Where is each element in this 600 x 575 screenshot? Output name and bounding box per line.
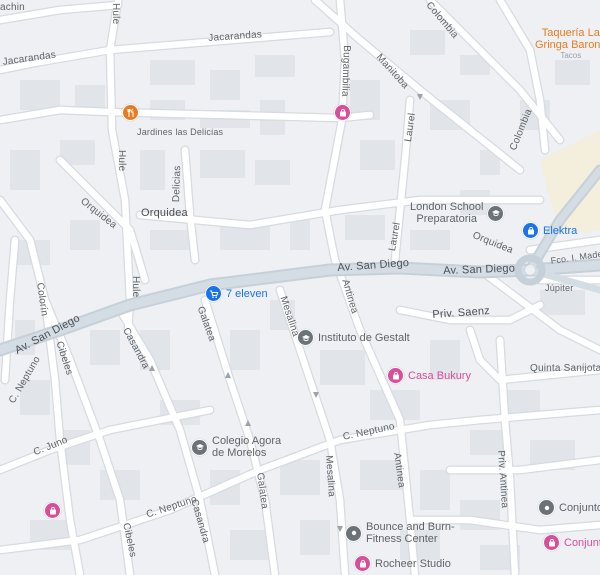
- poi-7-eleven[interactable]: 7 eleven: [205, 285, 268, 302]
- poi-conjunto-1[interactable]: Conjunto: [538, 499, 600, 516]
- street-label-achin: achin: [0, 2, 25, 13]
- poi-casa-bukury-label: Casa Bukury: [408, 369, 471, 382]
- street-label-orquidea-main: Orquidea: [141, 207, 188, 219]
- poi-colegio-agora[interactable]: Colegio Agora de Morelos: [191, 435, 281, 459]
- poi-elektra[interactable]: Elektra: [522, 222, 577, 239]
- poi-taqueria[interactable]: Taquería La Gringa Barona Tacos: [531, 27, 600, 61]
- poi-colegio-agora-name-2: de Morelos: [212, 447, 267, 459]
- poi-rocheer-studio[interactable]: Rocheer Studio: [354, 555, 451, 572]
- map-base: [0, 0, 600, 575]
- poi-elektra-label: Elektra: [543, 224, 578, 237]
- poi-conjunto-2-label: Conjunto: [564, 536, 600, 549]
- street-label-hule-top: Hule: [110, 3, 121, 25]
- poi-london-school[interactable]: London School Preparatoria: [410, 201, 505, 225]
- poi-taqueria-category: Tacos: [560, 51, 582, 60]
- poi-casa-bukury[interactable]: Casa Bukury: [387, 367, 471, 384]
- street-label-bugambilia: Bugambilia: [339, 45, 352, 97]
- shopping-bag-icon: [543, 534, 560, 551]
- street-label-jupiter: Júpiter: [545, 283, 574, 293]
- shopping-bag-icon: [387, 367, 404, 384]
- poi-instituto-gestalt-label: Instituto de Gestalt: [318, 331, 410, 344]
- poi-bounce-burn[interactable]: Bounce and Burn- Fitness Center: [345, 521, 455, 545]
- poi-bugambilia-shop[interactable]: [334, 104, 351, 121]
- street-label-hule-mid: Hule: [116, 150, 127, 172]
- poi-bounce-burn-name-1: Bounce and Burn-: [366, 521, 455, 533]
- street-label-quinta-sanijota: Quinta Sanijota: [530, 363, 600, 374]
- shopping-bag-icon: [522, 222, 539, 239]
- poi-rocheer-studio-label: Rocheer Studio: [375, 557, 451, 570]
- dot-icon: [538, 499, 555, 516]
- shopping-bag-icon: [44, 502, 61, 519]
- poi-conjunto-2[interactable]: Conjunto: [543, 534, 600, 551]
- poi-conjunto-1-label: Conjunto: [559, 501, 600, 514]
- poi-left-shop[interactable]: [44, 502, 61, 519]
- street-label-delicias: Delicias: [170, 165, 184, 203]
- map-canvas[interactable]: achin Hule Jacarandas Jacarandas Bugambi…: [0, 0, 600, 575]
- shopping-bag-icon: [334, 104, 351, 121]
- poi-taqueria-name-2: Gringa Barona: [535, 39, 600, 51]
- poi-london-school-name-2: Preparatoria: [416, 213, 477, 225]
- poi-london-school-name-1: London School: [410, 201, 484, 213]
- poi-instituto-gestalt[interactable]: Instituto de Gestalt: [297, 329, 410, 346]
- shopping-cart-icon: [205, 285, 222, 302]
- shopping-bag-icon: [354, 555, 371, 572]
- school-icon: [297, 329, 314, 346]
- poi-jardines-las-delicias[interactable]: [122, 104, 139, 121]
- poi-taqueria-name-1: Taquería La: [541, 27, 600, 39]
- poi-colegio-agora-name-1: Colegio Agora: [212, 435, 282, 447]
- poi-7-eleven-label: 7 eleven: [226, 287, 268, 300]
- fork-knife-icon: [122, 104, 139, 121]
- street-label-av-san-diego-right: Av. San Diego: [443, 262, 516, 277]
- school-icon: [191, 438, 208, 456]
- poi-jardines-label: Jardines las Delicias: [137, 127, 224, 137]
- street-label-hule-low: Hule: [130, 276, 141, 298]
- dot-icon: [345, 524, 362, 542]
- poi-bounce-burn-name-2: Fitness Center: [366, 533, 438, 545]
- school-icon: [487, 204, 505, 222]
